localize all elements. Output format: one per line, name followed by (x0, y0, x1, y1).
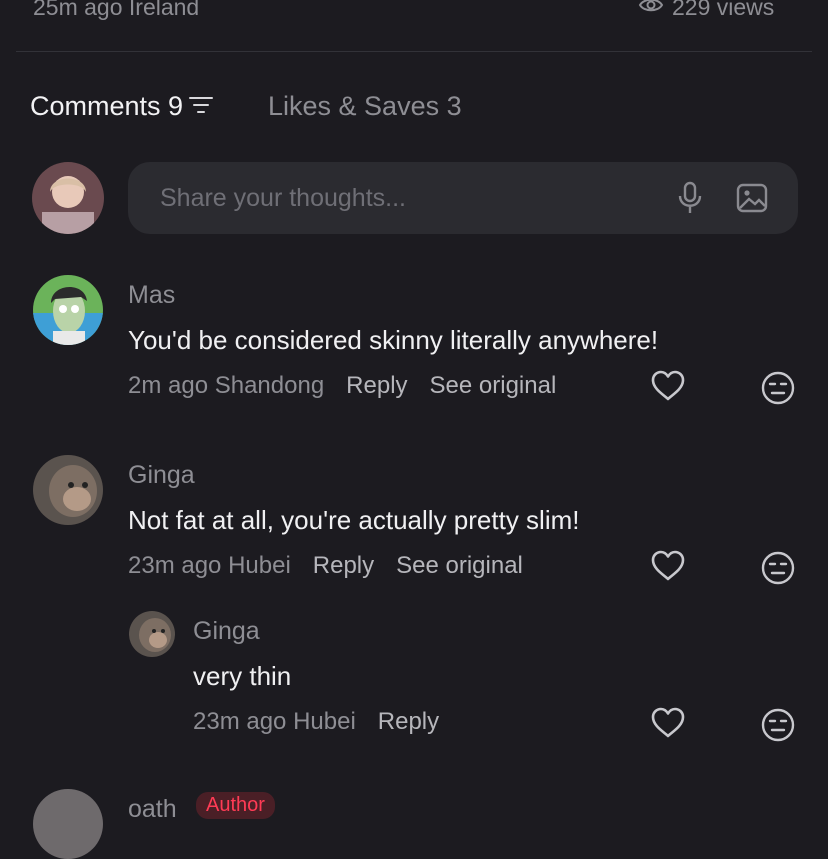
heart-icon[interactable] (650, 707, 686, 744)
comment-time-location: 23m ago Hubei (193, 708, 356, 735)
heart-icon[interactable] (650, 370, 686, 407)
eye-icon (638, 0, 664, 21)
tab-likes-saves[interactable]: Likes & Saves 3 (268, 91, 462, 122)
neutral-face-icon[interactable] (761, 371, 795, 410)
avatar[interactable] (129, 611, 175, 657)
reply-button[interactable]: Reply (313, 552, 374, 580)
tab-comments-label: Comments 9 (30, 91, 184, 121)
comment-text: Not fat at all, you're actually pretty s… (128, 505, 580, 535)
tab-comments[interactable]: Comments 9 (30, 91, 214, 122)
commenter-name[interactable]: Ginga (128, 461, 195, 490)
comment-input[interactable]: Share your thoughts... (128, 162, 798, 234)
comment-time-location: 23m ago Hubei (128, 552, 291, 579)
views-label: 229 views (672, 0, 775, 20)
neutral-face-icon[interactable] (761, 708, 795, 747)
see-original-button[interactable]: See original (396, 552, 523, 580)
reply-button[interactable]: Reply (378, 708, 439, 736)
microphone-icon[interactable] (670, 181, 710, 215)
author-badge: Author (196, 792, 275, 819)
avatar[interactable] (33, 455, 103, 525)
see-original-button[interactable]: See original (430, 372, 557, 400)
sort-icon[interactable] (189, 91, 214, 122)
reply-button[interactable]: Reply (346, 372, 407, 400)
comment-time-location: 2m ago Shandong (128, 372, 325, 399)
post-time-location: 25m ago Ireland (33, 0, 200, 20)
divider (16, 51, 812, 52)
commenter-name[interactable]: Mas (128, 281, 175, 310)
comment-meta-row: 2m ago Shandong Reply See original (128, 372, 556, 400)
comment-meta-row: 23m ago Hubei Reply (193, 708, 439, 736)
image-icon[interactable] (732, 183, 772, 213)
avatar[interactable] (33, 275, 103, 345)
views-count: 229 views (638, 0, 774, 21)
current-user-avatar[interactable] (32, 162, 104, 234)
heart-icon[interactable] (650, 550, 686, 587)
comment-input-placeholder: Share your thoughts... (160, 183, 406, 212)
comment-text: You'd be considered skinny literally any… (128, 325, 659, 355)
comment-meta-row: 23m ago Hubei Reply See original (128, 552, 523, 580)
neutral-face-icon[interactable] (761, 551, 795, 590)
commenter-name[interactable]: Ginga (193, 617, 260, 646)
avatar[interactable] (33, 789, 103, 859)
comment-text: very thin (193, 661, 292, 691)
commenter-name[interactable]: oath (128, 795, 177, 824)
